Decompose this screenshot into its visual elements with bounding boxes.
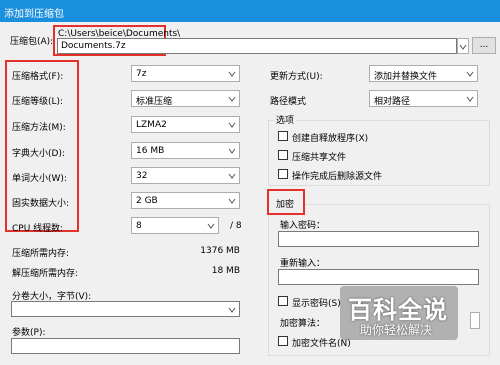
window-title: 添加到压缩包 — [4, 9, 64, 20]
watermark-subtitle: 助你轻松解决 — [360, 323, 433, 337]
chevron-down-icon — [228, 122, 236, 128]
decompress-memory-label: 解压缩所需内存: — [12, 269, 79, 279]
show-password-label: 显示密码(S) — [292, 299, 341, 309]
threads-max: / 8 — [230, 221, 242, 231]
chevron-down-icon — [228, 198, 236, 204]
option-label-threads: CPU 线程数: — [12, 224, 64, 234]
chevron-down-icon — [228, 96, 236, 102]
format-value: 7z — [136, 69, 147, 79]
delete-after-checkbox[interactable] — [278, 169, 288, 179]
chevron-down-icon — [466, 96, 474, 102]
threads-select[interactable]: 8 — [131, 217, 219, 234]
option-label-level: 压缩等级(L): — [12, 97, 64, 107]
chevron-down-icon — [466, 71, 474, 77]
chevron-down-icon — [228, 307, 236, 313]
archive-label: 压缩包(A): — [10, 37, 54, 47]
word-select[interactable]: 32 — [131, 167, 240, 184]
method-select[interactable]: LZMA2 — [131, 116, 240, 133]
archive-dropdown[interactable] — [457, 38, 469, 54]
option-label-format: 压缩格式(F): — [12, 72, 64, 82]
archive-filename-text: Documents.7z — [61, 41, 126, 51]
encryption-group-title: 加密 — [276, 200, 295, 210]
sfx-label: 创建自释放程序(X) — [292, 134, 369, 144]
title-bar — [0, 0, 500, 22]
solid-select[interactable]: 2 GB — [131, 192, 240, 209]
update-mode-label: 更新方式(U): — [270, 72, 323, 82]
format-select[interactable]: 7z — [131, 65, 240, 82]
archive-filename-input[interactable]: Documents.7z — [57, 38, 457, 54]
password-input[interactable] — [278, 231, 479, 247]
split-size-input[interactable] — [11, 301, 240, 317]
chevron-down-icon — [228, 173, 236, 179]
encryption-method-select[interactable] — [470, 312, 480, 329]
shared-files-label: 压缩共享文件 — [292, 153, 347, 163]
path-mode-label: 路径模式 — [270, 97, 307, 107]
shared-files-checkbox[interactable] — [278, 150, 288, 160]
level-value: 标准压缩 — [136, 97, 173, 107]
chevron-down-icon — [459, 44, 467, 50]
solid-value: 2 GB — [136, 196, 158, 206]
compress-memory-label: 压缩所需内存: — [12, 249, 70, 259]
word-value: 32 — [136, 171, 148, 181]
update-mode-select[interactable]: 添加并替换文件 — [369, 65, 478, 82]
option-label-dictionary: 字典大小(D): — [12, 149, 65, 159]
watermark-title: 百科全说 — [348, 296, 448, 324]
encrypt-filenames-checkbox[interactable] — [278, 336, 288, 346]
chevron-down-icon — [228, 71, 236, 77]
delete-after-label: 操作完成后删除源文件 — [292, 172, 383, 182]
level-select[interactable]: 标准压缩 — [131, 90, 240, 107]
path-mode-select[interactable]: 相对路径 — [369, 90, 478, 107]
threads-value: 8 — [136, 221, 142, 231]
reenter-password-label: 重新输入： — [280, 259, 326, 269]
decompress-memory-value: 18 MB — [211, 266, 240, 276]
password-label: 输入密码： — [280, 221, 326, 231]
dictionary-value: 16 MB — [136, 146, 165, 156]
option-label-method: 压缩方法(M): — [12, 123, 66, 133]
option-label-word: 单词大小(W): — [12, 174, 67, 184]
method-value: LZMA2 — [136, 120, 167, 130]
chevron-down-icon — [228, 148, 236, 154]
reenter-password-input[interactable] — [278, 269, 479, 285]
params-label: 参数(P): — [12, 328, 46, 338]
chevron-down-icon — [207, 223, 215, 229]
browse-button[interactable]: ... — [472, 37, 496, 54]
update-mode-value: 添加并替换文件 — [374, 72, 438, 82]
path-mode-value: 相对路径 — [374, 97, 411, 107]
sfx-checkbox[interactable] — [278, 131, 288, 141]
encryption-method-label: 加密算法： — [280, 319, 326, 329]
compress-memory-value: 1376 MB — [200, 246, 240, 256]
option-label-solid: 固实数据大小: — [12, 199, 70, 209]
dictionary-select[interactable]: 16 MB — [131, 142, 240, 159]
params-input[interactable] — [11, 338, 240, 354]
options-group-title: 选项 — [274, 113, 297, 126]
show-password-checkbox[interactable] — [278, 296, 288, 306]
